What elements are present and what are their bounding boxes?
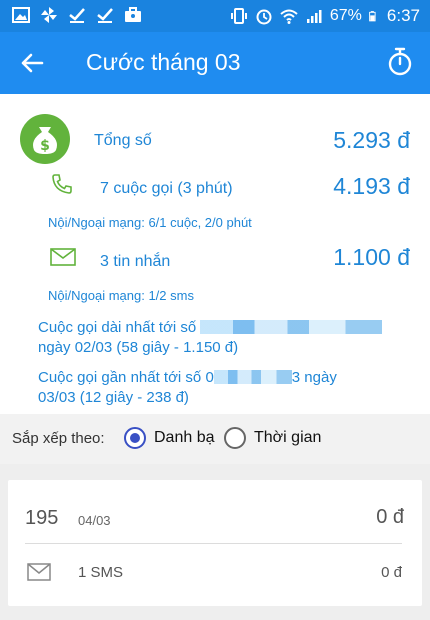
svg-text:$: $ xyxy=(40,138,50,154)
notification-icons xyxy=(12,6,142,24)
redacted-number xyxy=(200,320,383,334)
longest-call-prefix: Cuộc gọi dài nhất tới số xyxy=(38,319,197,336)
sort-option-time-label: Thời gian xyxy=(254,429,322,446)
latest-call-prefix: Cuộc gọi gần nhất tới số 0 xyxy=(38,369,214,386)
calls-value: 4.193 đ xyxy=(333,173,410,199)
sms-value: 1.100 đ xyxy=(333,244,410,270)
stopwatch-icon[interactable] xyxy=(386,47,414,77)
redacted-number xyxy=(213,370,292,384)
image-icon xyxy=(12,7,30,23)
signal-icon xyxy=(306,10,322,23)
clock: 6:37 xyxy=(386,6,420,25)
contact-card[interactable]: 195 04/03 0 đ 1 SMS 0 đ xyxy=(8,480,422,606)
longest-call-detail: ngày 02/03 (58 giây - 1.150 đ) xyxy=(38,339,239,356)
contact-date: 04/03 xyxy=(78,513,111,528)
summary-panel: $ Tổng số 5.293 đ 7 cuộc gọi (3 phút) 4.… xyxy=(0,94,430,414)
contact-number: 195 xyxy=(25,507,59,529)
radio-unselected[interactable] xyxy=(224,427,246,449)
sms-envelope-icon xyxy=(27,563,51,581)
check-icon xyxy=(69,8,85,23)
app-bar: Cước tháng 03 xyxy=(0,32,430,94)
calls-label: 7 cuộc gọi (3 phút) xyxy=(100,180,233,197)
alarm-icon xyxy=(256,9,272,25)
phone-icon xyxy=(52,174,72,194)
sort-option-contacts[interactable]: Danh bạ xyxy=(124,427,215,449)
back-arrow-icon[interactable] xyxy=(18,49,46,77)
money-bag-icon: $ xyxy=(20,114,70,164)
pinwheel-icon xyxy=(41,7,57,23)
envelope-icon xyxy=(50,248,76,266)
page-title: Cước tháng 03 xyxy=(86,49,241,75)
calls-note: Nội/Ngoại mạng: 6/1 cuộc, 2/0 phút xyxy=(48,215,252,230)
wifi-icon xyxy=(280,9,298,24)
status-bar: 67% 6:37 xyxy=(0,0,430,32)
longest-call-text: Cuộc gọi dài nhất tới số ngày 02/03 (58 … xyxy=(38,318,418,358)
sort-option-contacts-label: Danh bạ xyxy=(154,429,215,446)
latest-call-text: Cuộc gọi gần nhất tới số 0 3 ngày 03/03 (… xyxy=(38,368,418,408)
system-status: 67% 6:37 xyxy=(230,6,420,26)
sort-bar: Sắp xếp theo: Danh bạ Thời gian xyxy=(0,414,430,464)
sort-option-time[interactable]: Thời gian xyxy=(224,427,321,449)
radio-selected[interactable] xyxy=(124,427,146,449)
sms-note: Nội/Ngoại mạng: 1/2 sms xyxy=(48,288,194,303)
sort-label: Sắp xếp theo: xyxy=(12,430,105,447)
battery-icon xyxy=(369,11,376,22)
latest-call-detail: 03/03 (12 giây - 238 đ) xyxy=(38,389,189,406)
sms-count: 1 SMS xyxy=(78,564,124,581)
divider xyxy=(25,543,402,544)
sms-amount: 0 đ xyxy=(381,564,402,581)
battery-percent: 67% xyxy=(329,7,362,24)
sms-label: 3 tin nhắn xyxy=(100,253,171,270)
check-icon xyxy=(97,8,113,23)
total-label: Tổng số xyxy=(94,132,152,149)
briefcase-icon xyxy=(125,7,141,22)
total-value: 5.293 đ xyxy=(333,127,410,153)
vibrate-icon xyxy=(230,8,247,24)
contact-total: 0 đ xyxy=(376,506,404,528)
latest-call-mid: 3 ngày xyxy=(291,369,337,386)
